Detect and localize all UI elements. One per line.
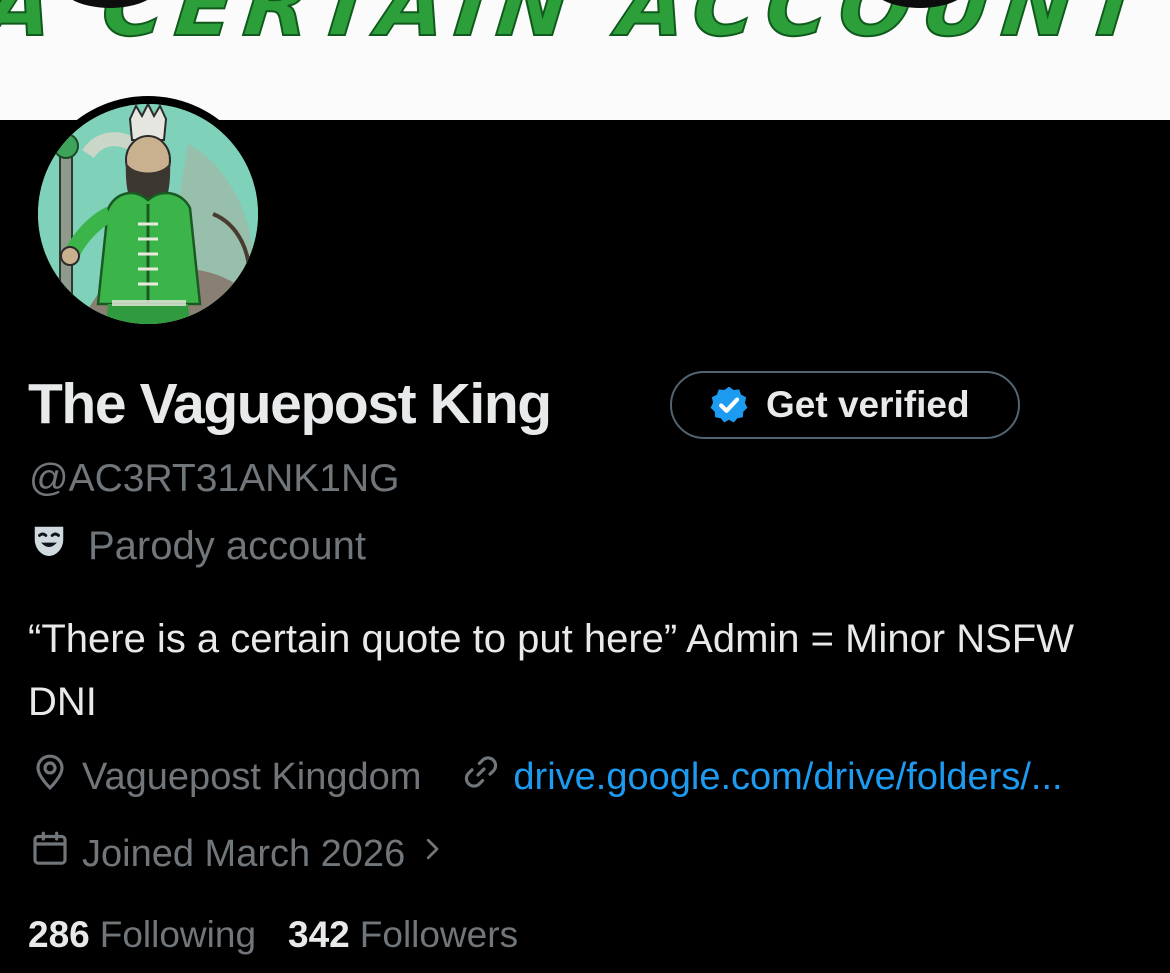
- avatar[interactable]: [30, 96, 266, 332]
- following-link[interactable]: 286 Following: [28, 914, 256, 956]
- profile-link[interactable]: drive.google.com/drive/folders/...: [461, 752, 1063, 802]
- follow-stats: 286 Following 342 Followers: [28, 914, 518, 956]
- location-pin-icon: [30, 752, 70, 802]
- followers-link[interactable]: 342 Followers: [288, 914, 518, 956]
- get-verified-label: Get verified: [766, 384, 970, 425]
- following-count: 286: [28, 914, 90, 955]
- profile-meta: Vaguepost Kingdom drive.google.com/drive…: [30, 752, 1063, 802]
- verified-badge-icon: [708, 384, 750, 426]
- get-verified-button[interactable]: Get verified: [670, 371, 1020, 439]
- avatar-image: [38, 104, 258, 324]
- parody-mask-icon: [30, 522, 68, 570]
- display-name: The Vaguepost King: [28, 372, 552, 436]
- parody-label: Parody account: [30, 522, 366, 570]
- joined-date[interactable]: Joined March 2026: [30, 829, 447, 879]
- banner-text: A CERTAIN ACCOUNT: [0, 0, 1159, 57]
- calendar-icon: [30, 829, 70, 879]
- followers-count: 342: [288, 914, 350, 955]
- king-illustration: [38, 104, 258, 324]
- parody-label-text: Parody account: [88, 523, 366, 568]
- profile-bio: “There is a certain quote to put here” A…: [28, 617, 1074, 724]
- followers-label: Followers: [359, 914, 519, 955]
- profile-link-text[interactable]: drive.google.com/drive/folders/...: [513, 756, 1062, 799]
- link-icon: [461, 752, 501, 802]
- user-handle: @AC3RT31ANK1NG: [29, 457, 400, 500]
- joined-text: Joined March 2026: [82, 832, 406, 875]
- chevron-right-icon: [417, 832, 447, 876]
- profile-page: A CERTAIN ACCOUNT The Vaguepost King Get…: [0, 0, 1170, 973]
- following-label: Following: [99, 914, 257, 955]
- location-text: Vaguepost Kingdom: [82, 755, 422, 798]
- location: Vaguepost Kingdom: [30, 752, 421, 802]
